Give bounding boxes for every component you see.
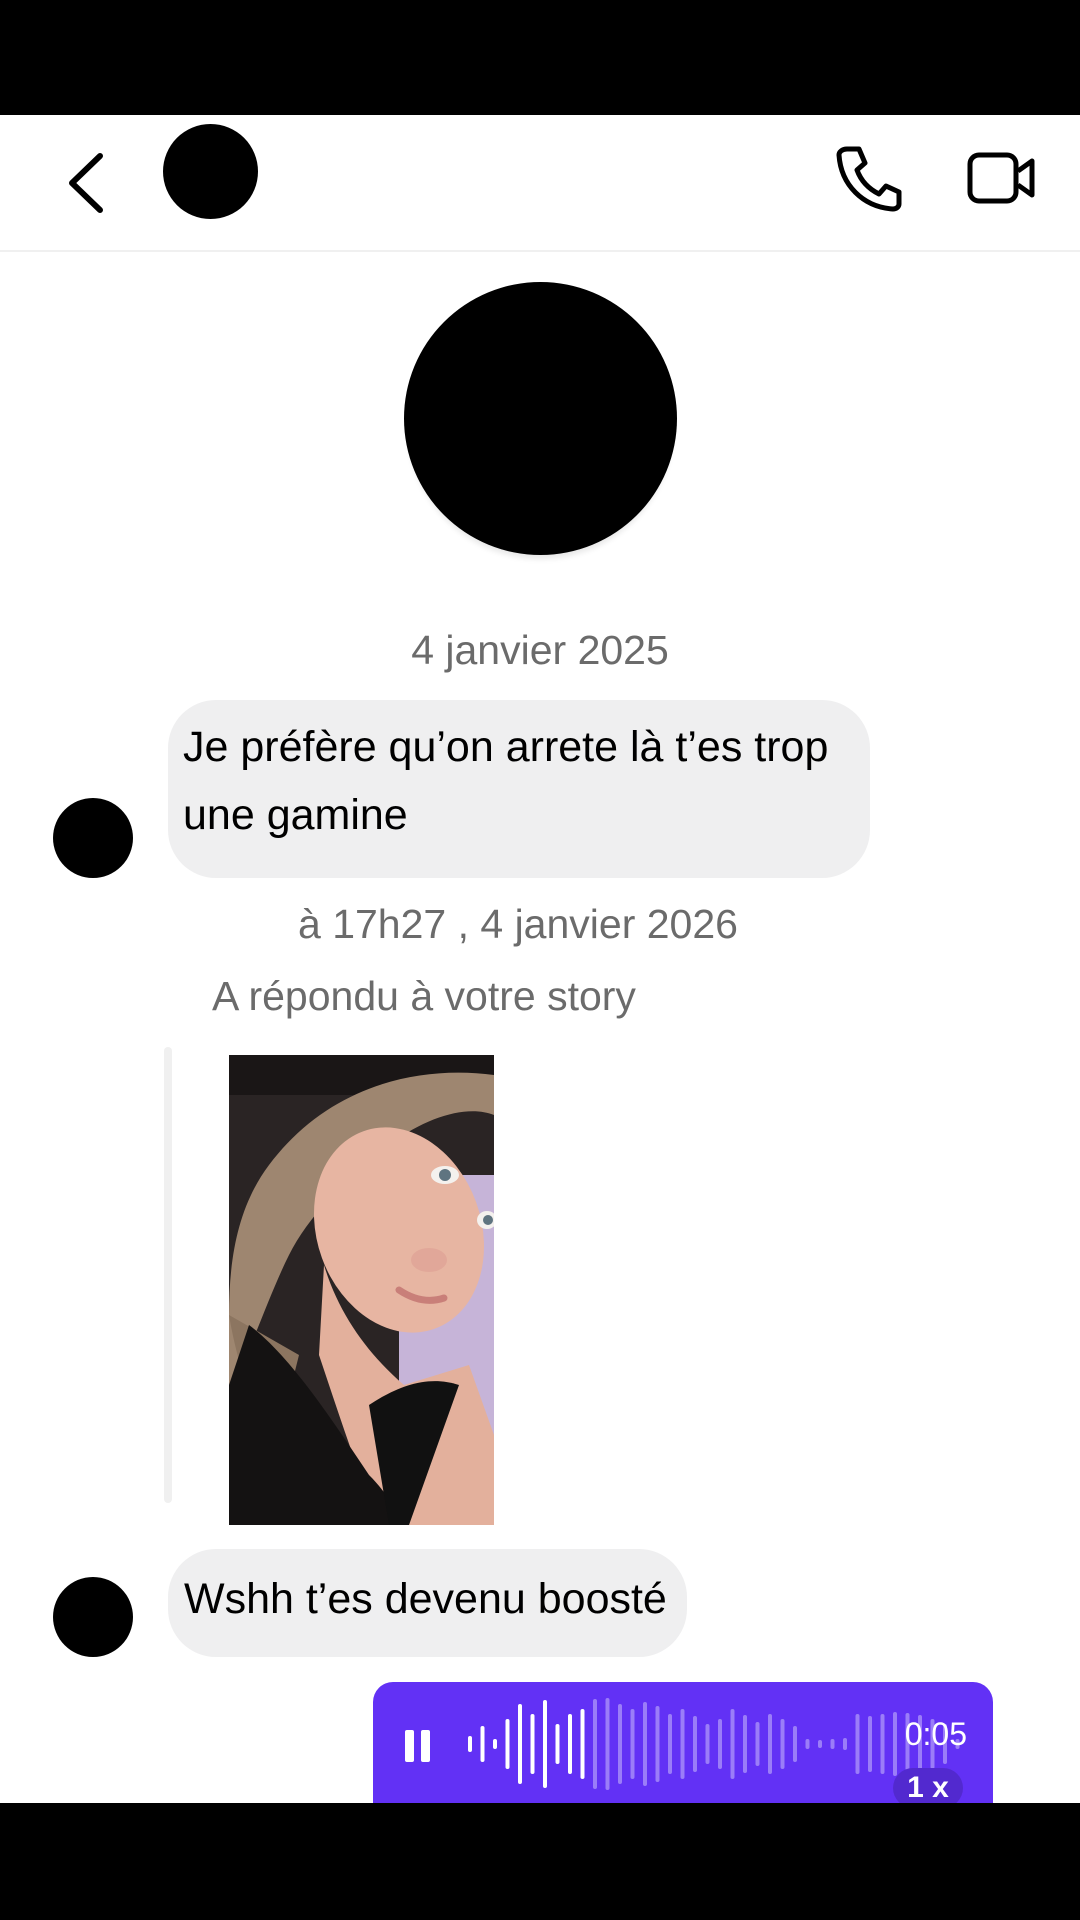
chat-screen: 4 janvier 2025 Je préfère qu’on arrete l…: [0, 115, 1080, 1803]
waveform-bar: [730, 1709, 735, 1779]
waveform-bar: [655, 1706, 660, 1782]
waveform-bar: [505, 1719, 510, 1769]
waveform-bar: [543, 1700, 547, 1788]
waveform-bar: [755, 1722, 760, 1766]
message-text: Je préfère qu’on arrete là t’es trop une…: [183, 723, 829, 839]
waveform-bar: [693, 1716, 697, 1772]
waveform-bar: [493, 1739, 497, 1749]
waveform-bar: [768, 1714, 772, 1774]
date-separator: 4 janvier 2025: [411, 627, 669, 673]
waveform-bar: [805, 1739, 810, 1749]
waveform-bar: [618, 1704, 622, 1784]
waveform-bar: [468, 1736, 472, 1752]
waveform-bar: [855, 1714, 860, 1774]
waveform-bar: [593, 1699, 597, 1789]
waveform-bar: [680, 1709, 685, 1779]
video-camera-icon: [967, 152, 1035, 204]
profile-avatar[interactable]: [404, 282, 677, 555]
playback-speed-button[interactable]: 1 x: [893, 1768, 963, 1803]
header-avatar[interactable]: [163, 124, 258, 219]
waveform-bar: [893, 1712, 897, 1776]
waveform-bar: [830, 1739, 835, 1749]
phone-icon: [836, 146, 902, 212]
chevron-left-icon: [69, 153, 103, 213]
waveform-bar: [880, 1714, 885, 1774]
story-reply-bar: [164, 1047, 172, 1503]
waveform-bar: [843, 1738, 847, 1750]
incoming-message[interactable]: Wshh t’es devenu boosté: [168, 1549, 687, 1657]
video-call-button[interactable]: [966, 147, 1038, 209]
waveform-bar: [743, 1715, 747, 1773]
chat-header: [0, 115, 1080, 252]
call-button[interactable]: [833, 143, 903, 213]
waveform-bar: [568, 1714, 572, 1774]
waveform-bar: [630, 1709, 635, 1779]
waveform-bar: [518, 1704, 522, 1784]
story-thumbnail[interactable]: [229, 1055, 494, 1525]
waveform-bar: [793, 1726, 797, 1762]
waveform-bar: [780, 1719, 785, 1769]
incoming-message[interactable]: Je préfère qu’on arrete là t’es trop une…: [168, 700, 870, 878]
waveform-bar: [718, 1719, 722, 1769]
waveform-bar: [480, 1726, 485, 1762]
waveform-bar: [555, 1724, 560, 1764]
waveform-bar: [530, 1714, 535, 1774]
voice-duration: 0:05: [904, 1716, 967, 1752]
voice-message[interactable]: 0:05 1 x: [373, 1682, 993, 1803]
waveform-bar: [868, 1716, 872, 1772]
waveform-bar: [668, 1714, 672, 1774]
story-reply-label: A répondu à votre story: [212, 973, 636, 1019]
sender-avatar[interactable]: [53, 1577, 133, 1657]
waveform-bar: [643, 1702, 647, 1786]
waveform-bar: [705, 1724, 710, 1764]
waveform-bar: [605, 1698, 610, 1790]
message-timestamp: à 17h27 , 4 janvier 2026: [298, 901, 738, 947]
waveform-bar: [580, 1709, 585, 1779]
back-button[interactable]: [62, 148, 112, 218]
sender-avatar[interactable]: [53, 798, 133, 878]
waveform-bar: [818, 1740, 822, 1748]
pause-button[interactable]: [405, 1730, 431, 1762]
message-text: Wshh t’es devenu boosté: [184, 1575, 667, 1623]
